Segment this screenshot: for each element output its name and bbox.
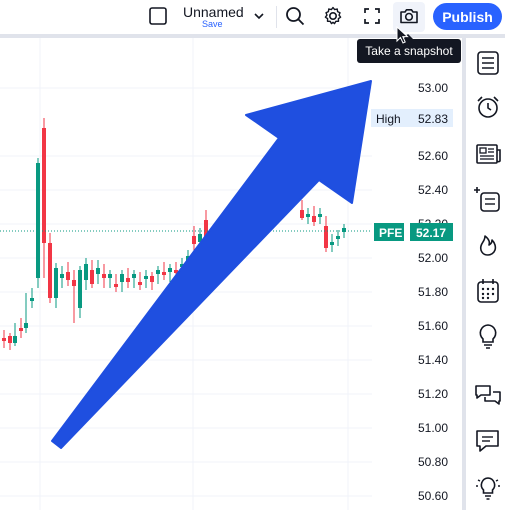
price-tick-label: 53.00 [418,81,448,95]
candle-body [84,264,88,280]
symbol-label: PFE [379,226,402,240]
high-label: High [376,112,401,126]
watchlist-icon[interactable] [473,48,503,78]
layout-name[interactable]: Unnamed [183,4,244,20]
candle-body [144,276,148,279]
candle-body [132,274,136,278]
candle-body [300,210,304,218]
price-tick-label: 52.40 [418,183,448,197]
candle-body [2,338,6,341]
toolbar-separator [276,6,277,28]
layout-square-icon[interactable] [148,6,168,26]
candle-body [330,242,334,245]
candle-body [108,274,112,278]
ideas-bulb-icon[interactable] [473,321,503,351]
settings-gear-icon[interactable] [322,5,344,27]
candle-body [24,323,28,328]
candle-body [120,274,124,282]
candle-body [42,128,46,243]
camera-icon[interactable] [398,5,420,27]
candle-body [162,272,166,275]
candle-body [168,268,172,272]
add-list-icon[interactable] [473,185,503,215]
candle-body [66,272,70,280]
candle-body [324,226,328,248]
high-value: 52.83 [418,112,448,126]
alert-clock-icon[interactable] [473,92,503,122]
candle-body [312,216,316,222]
price-tick-label: 51.40 [418,353,448,367]
annotation-arrow [51,80,372,449]
news-icon[interactable] [473,139,503,169]
fullscreen-icon[interactable] [361,5,383,27]
top-toolbar: Unnamed Save Publish [0,0,505,38]
price-tick-label: 50.60 [418,489,448,503]
price-tick-label: 51.80 [418,285,448,299]
chats-icon[interactable] [473,380,503,410]
price-tick-label: 52.00 [418,251,448,265]
layout-save-link[interactable]: Save [202,19,223,29]
price-axis: 53.0052.6052.4052.2052.0051.8051.6051.40… [418,81,448,503]
search-icon[interactable] [284,5,306,27]
chat-icon[interactable] [473,426,503,456]
candle-body [36,163,40,278]
candle-body [192,236,196,244]
candle-body [126,278,130,282]
candle-body [114,284,118,287]
candle-body [48,243,52,298]
candle-body [102,274,106,278]
price-tick-label: 51.20 [418,387,448,401]
price-tick-label: 51.00 [418,421,448,435]
price-tick-label: 51.60 [418,319,448,333]
publish-button[interactable]: Publish [433,3,502,30]
price-tick-label: 52.60 [418,149,448,163]
candle-body [60,274,64,278]
candle-body [8,336,12,343]
candle-body [306,214,310,217]
candle-body [72,280,76,286]
calendar-icon[interactable] [473,276,503,306]
chevron-down-icon[interactable] [252,9,266,23]
candle-body [78,270,82,308]
candle-body [150,276,154,282]
price-chart[interactable]: 53.0052.6052.4052.2052.0051.8051.6051.40… [0,38,462,510]
help-bulb-icon[interactable] [473,472,503,502]
last-price-value: 52.17 [416,226,446,240]
right-sidebar [462,38,505,510]
candle-body [336,236,340,239]
candle-body [90,270,94,284]
candle-body [54,268,58,298]
candle-body [96,268,100,274]
price-tick-label: 50.80 [418,455,448,469]
candle-body [13,336,17,343]
hotlist-fire-icon[interactable] [473,229,503,259]
candle-body [156,270,160,274]
candle-body [30,298,34,301]
candle-body [19,328,23,331]
candle-body [318,214,322,217]
mouse-pointer-icon [396,26,409,44]
candle-body [138,282,142,285]
